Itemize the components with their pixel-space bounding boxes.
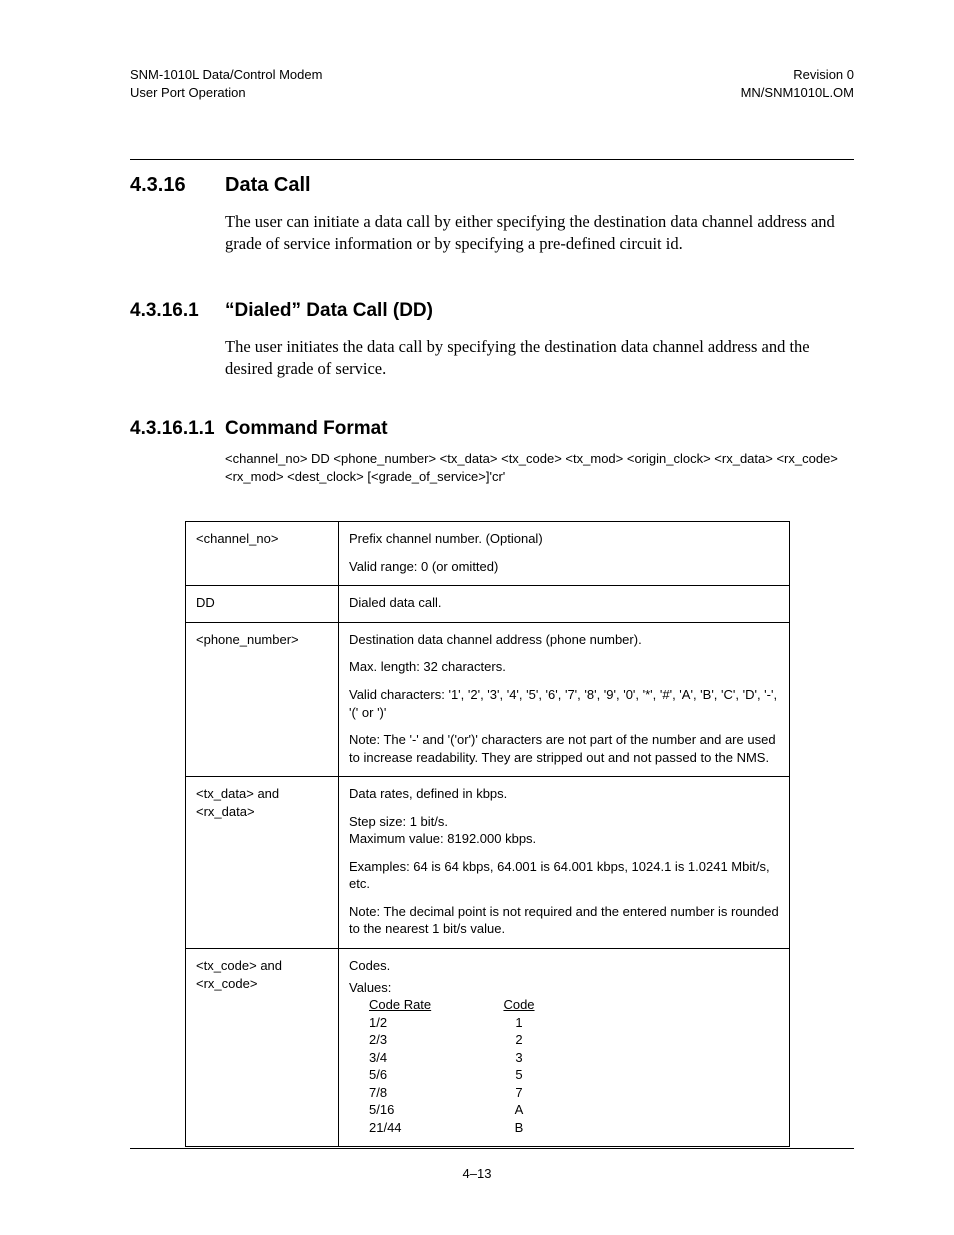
param-name: <tx_data> and <rx_data> <box>186 777 339 949</box>
section-number: 4.3.16.1.1 <box>130 418 225 440</box>
param-desc: Dialed data call. <box>339 586 790 623</box>
param-line: Values: <box>349 979 779 997</box>
code-header-code: Code <box>503 996 534 1014</box>
section-body: The user initiates the data call by spec… <box>225 336 854 381</box>
section-title: “Dialed” Data Call (DD) <box>225 300 433 322</box>
section-title: Data Call <box>225 174 311 197</box>
section-heading-4-3-16: 4.3.16 Data Call <box>130 174 854 197</box>
param-line: Examples: 64 is 64 kbps, 64.001 is 64.00… <box>349 858 779 893</box>
code-table: Code Rate Code 1/21 2/32 3/43 5/65 7/87 … <box>349 996 539 1136</box>
param-line: Prefix channel number. (Optional) <box>349 530 779 548</box>
param-line: Note: The '-' and '('or')' characters ar… <box>349 731 779 766</box>
header-right-line1: Revision 0 <box>741 66 854 84</box>
param-desc: Codes. Values: Code Rate Code 1/21 2/32 … <box>339 949 790 1147</box>
page-header: SNM-1010L Data/Control Modem User Port O… <box>130 66 854 101</box>
header-right-line2: MN/SNM1010L.OM <box>741 84 854 102</box>
param-desc: Prefix channel number. (Optional) Valid … <box>339 522 790 586</box>
code-val: 7 <box>499 1084 539 1102</box>
code-val: A <box>499 1101 539 1119</box>
code-val: 5 <box>499 1066 539 1084</box>
param-name: DD <box>186 586 339 623</box>
section-number: 4.3.16 <box>130 174 225 197</box>
header-left-line2: User Port Operation <box>130 84 322 102</box>
code-rate: 5/6 <box>349 1066 499 1084</box>
section-heading-4-3-16-1-1: 4.3.16.1.1 Command Format <box>130 418 854 440</box>
code-val: B <box>499 1119 539 1137</box>
code-header-rate: Code Rate <box>369 996 431 1014</box>
param-line: Destination data channel address (phone … <box>349 631 779 649</box>
code-rate: 5/16 <box>349 1101 499 1119</box>
code-rate: 21/44 <box>349 1119 499 1137</box>
param-desc: Data rates, defined in kbps. Step size: … <box>339 777 790 949</box>
document-page: SNM-1010L Data/Control Modem User Port O… <box>0 0 954 1235</box>
table-row: <channel_no> Prefix channel number. (Opt… <box>186 522 790 586</box>
code-rate: 1/2 <box>349 1014 499 1032</box>
param-name: <phone_number> <box>186 622 339 776</box>
footer-rule <box>130 1148 854 1149</box>
code-rate: 7/8 <box>349 1084 499 1102</box>
param-line: Note: The decimal point is not required … <box>349 903 779 938</box>
parameter-table: <channel_no> Prefix channel number. (Opt… <box>185 521 790 1147</box>
table-row: <tx_code> and <rx_code> Codes. Values: C… <box>186 949 790 1147</box>
page-number: 4–13 <box>0 1166 954 1181</box>
section-heading-4-3-16-1: 4.3.16.1 “Dialed” Data Call (DD) <box>130 300 854 322</box>
code-val: 3 <box>499 1049 539 1067</box>
section-number: 4.3.16.1 <box>130 300 225 322</box>
code-val: 1 <box>499 1014 539 1032</box>
param-line: Codes. <box>349 957 779 975</box>
param-line: Valid range: 0 (or omitted) <box>349 558 779 576</box>
code-val: 2 <box>499 1031 539 1049</box>
section-body: The user can initiate a data call by eit… <box>225 211 854 256</box>
param-desc: Destination data channel address (phone … <box>339 622 790 776</box>
table-row: DD Dialed data call. <box>186 586 790 623</box>
param-name: <tx_code> and <rx_code> <box>186 949 339 1147</box>
header-right: Revision 0 MN/SNM1010L.OM <box>741 66 854 101</box>
header-left-line1: SNM-1010L Data/Control Modem <box>130 66 322 84</box>
param-line: Data rates, defined in kbps. <box>349 785 779 803</box>
param-line: Step size: 1 bit/s. <box>349 813 779 831</box>
table-row: <phone_number> Destination data channel … <box>186 622 790 776</box>
command-format-text: <channel_no> DD <phone_number> <tx_data>… <box>225 450 854 485</box>
param-line: Max. length: 32 characters. <box>349 658 779 676</box>
header-rule <box>130 159 854 160</box>
param-line: Valid characters: '1', '2', '3', '4', '5… <box>349 686 779 721</box>
param-name: <channel_no> <box>186 522 339 586</box>
table-row: <tx_data> and <rx_data> Data rates, defi… <box>186 777 790 949</box>
param-line: Maximum value: 8192.000 kbps. <box>349 830 779 848</box>
code-rate: 2/3 <box>349 1031 499 1049</box>
section-title: Command Format <box>225 418 388 440</box>
header-left: SNM-1010L Data/Control Modem User Port O… <box>130 66 322 101</box>
code-rate: 3/4 <box>349 1049 499 1067</box>
